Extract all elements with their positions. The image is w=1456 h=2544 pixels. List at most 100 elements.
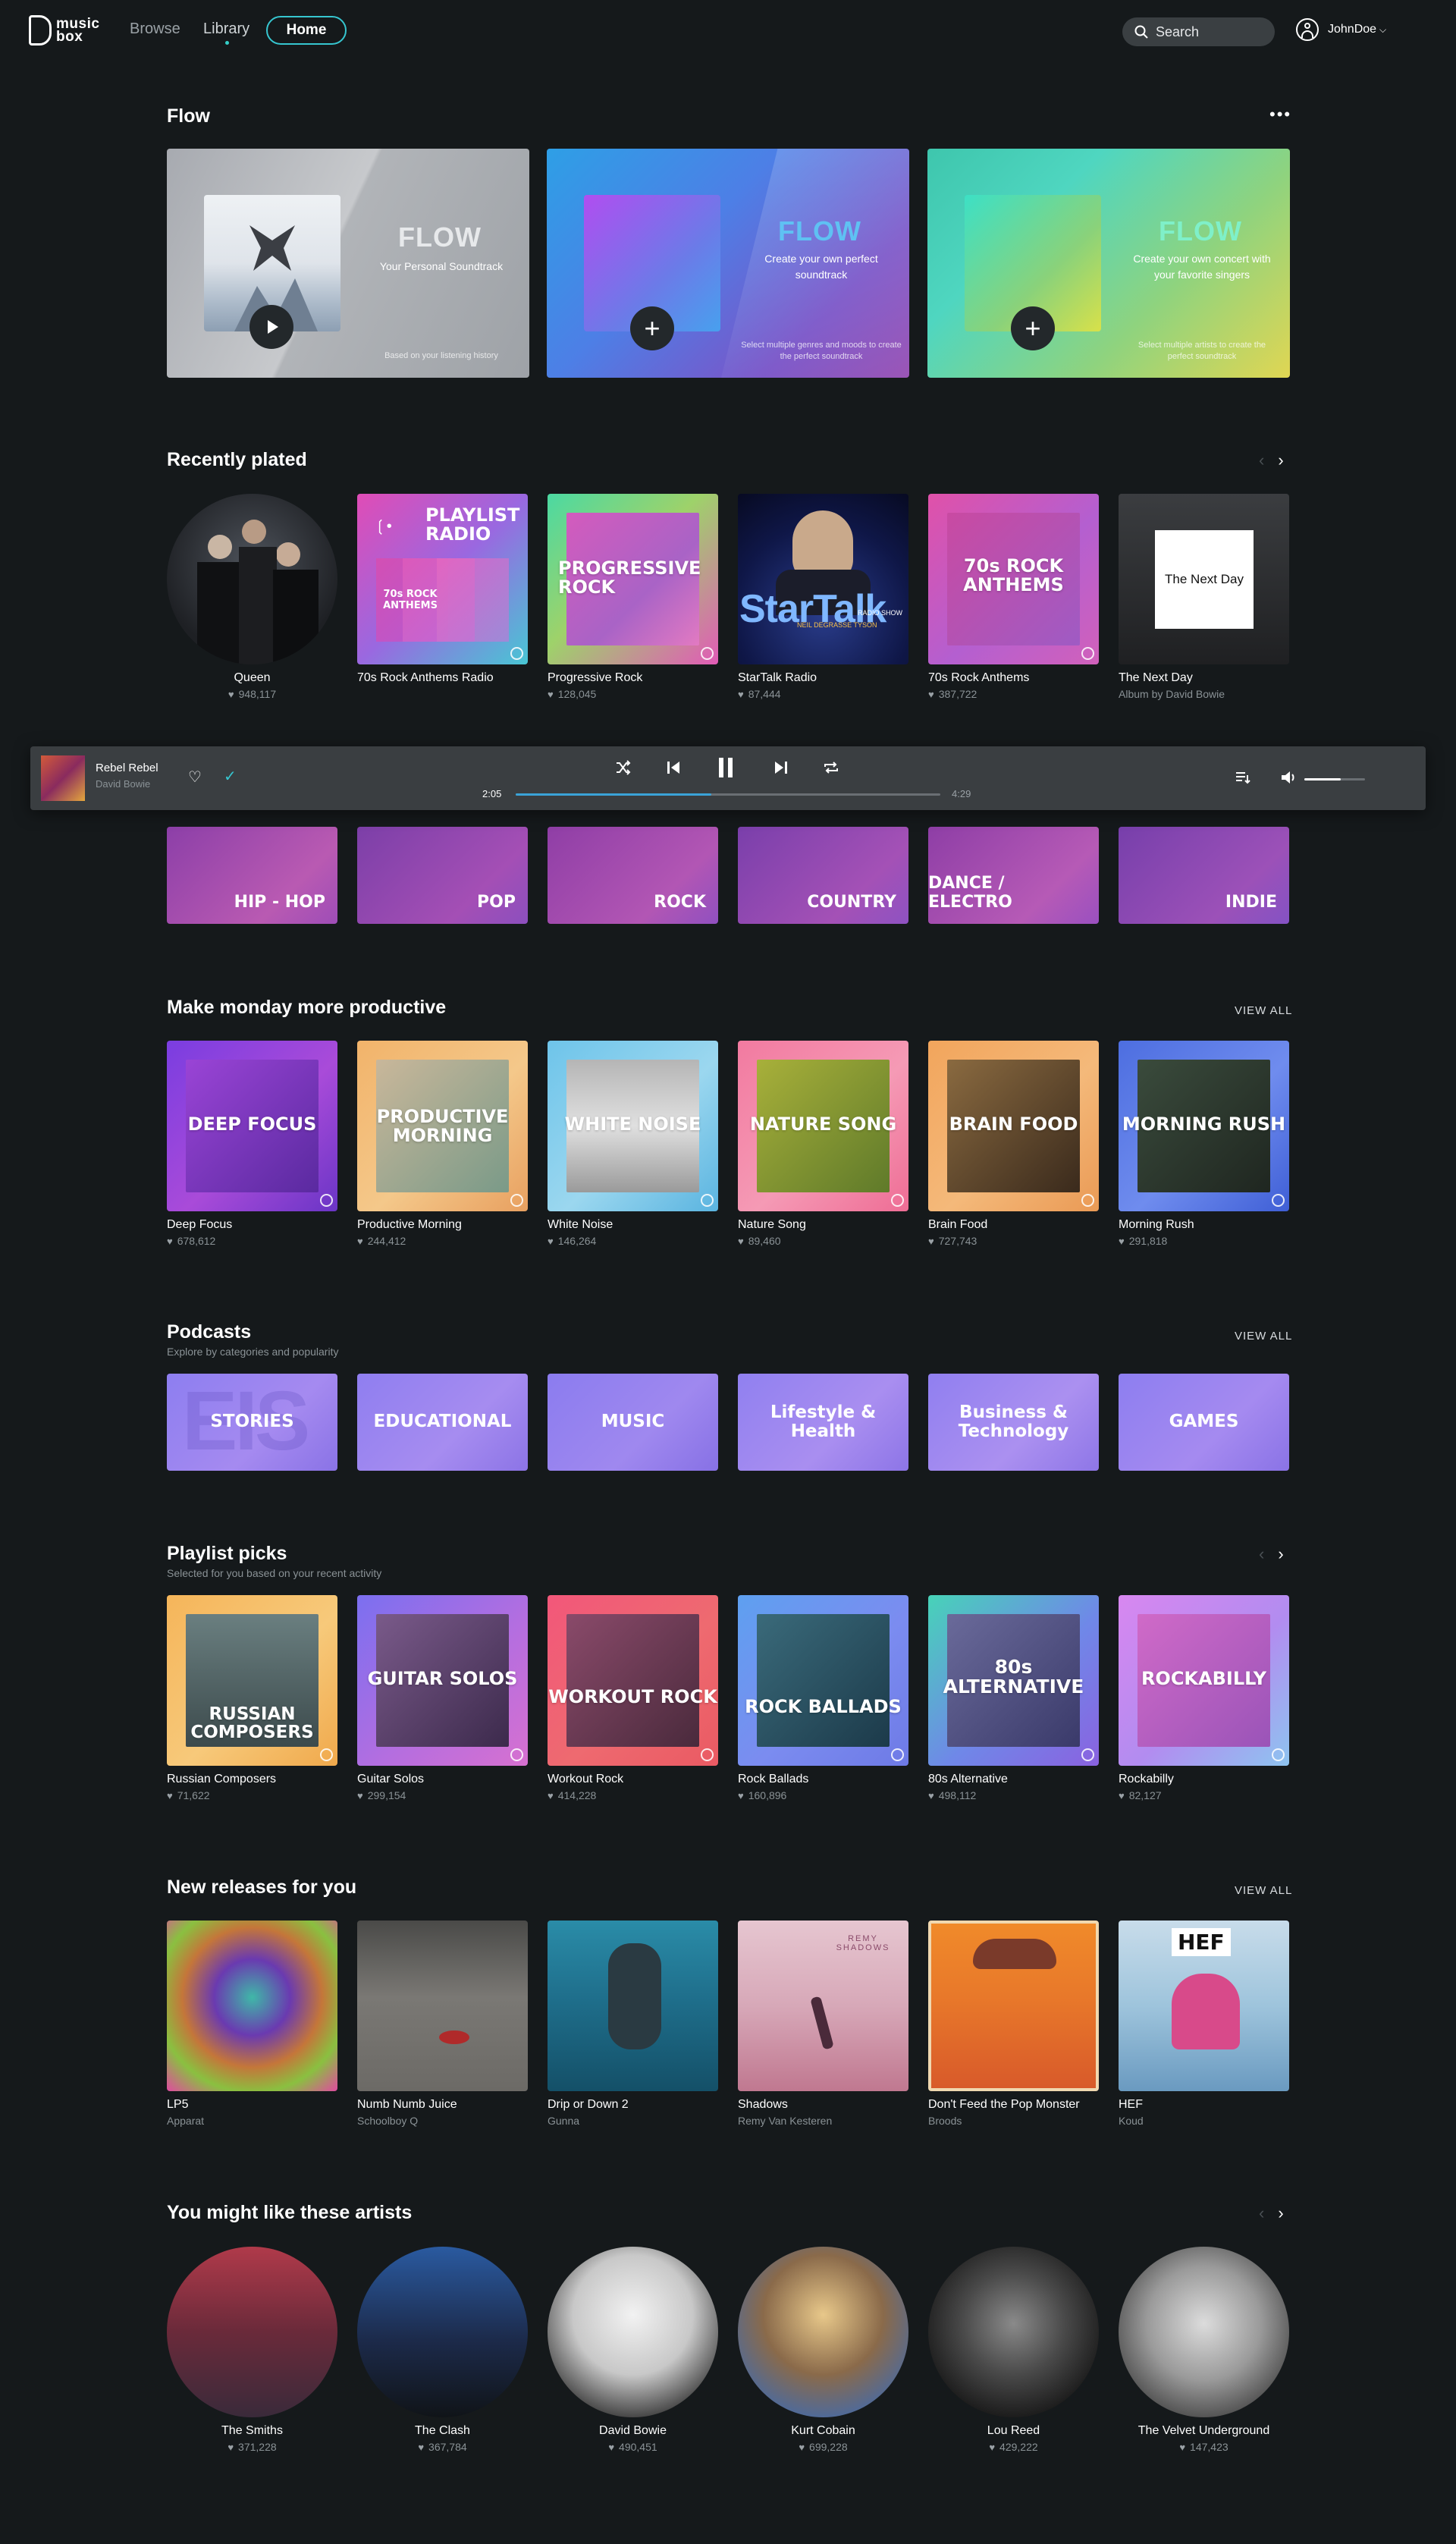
artist-image-the-velvet-underground[interactable] [1119, 2247, 1289, 2417]
picks-item-name[interactable]: Guitar Solos [357, 1773, 424, 1786]
recent-item-name[interactable]: StarTalk Radio [738, 671, 817, 685]
artist-image-the-smiths[interactable] [167, 2247, 337, 2417]
artist-name[interactable]: Lou Reed [928, 2424, 1099, 2438]
podcast-category-games[interactable]: GAMES [1119, 1374, 1289, 1471]
genre-pop[interactable]: POP [357, 827, 528, 924]
release-cover-lp5[interactable] [167, 1921, 337, 2091]
monday-item-name[interactable]: Productive Morning [357, 1218, 462, 1232]
release-name[interactable]: Don't Feed the Pop Monster [928, 2098, 1080, 2112]
user-menu[interactable]: JohnDoe ⌵ [1296, 18, 1386, 41]
logo[interactable]: music box [29, 15, 99, 46]
monday-item-image[interactable]: WHITE NOISE [548, 1041, 718, 1211]
recent-item-name[interactable]: Progressive Rock [548, 671, 642, 685]
next-icon[interactable] [772, 758, 790, 777]
artist-name[interactable]: The Smiths [167, 2424, 337, 2438]
release-name[interactable]: HEF [1119, 2098, 1143, 2112]
monday-item-name[interactable]: White Noise [548, 1218, 613, 1232]
release-artist[interactable]: Apparat [167, 2115, 204, 2127]
picks-item-image[interactable]: ROCKABILLY [1119, 1595, 1289, 1766]
release-name[interactable]: Numb Numb Juice [357, 2098, 457, 2112]
monday-item-name[interactable]: Morning Rush [1119, 1218, 1194, 1232]
artist-image-the-clash[interactable] [357, 2247, 528, 2417]
release-artist[interactable]: Gunna [548, 2115, 579, 2127]
releases-view-all-link[interactable]: VIEW ALL [1235, 1884, 1292, 1897]
play-button[interactable] [249, 305, 293, 349]
genre-indie[interactable]: INDIE [1119, 827, 1289, 924]
artist-name[interactable]: The Velvet Underground [1119, 2424, 1289, 2438]
release-cover-shadows[interactable]: REMY SHADOWS [738, 1921, 908, 2091]
repeat-icon[interactable] [822, 758, 840, 777]
flow-card-genres[interactable]: + FLOW Create your own perfect soundtrac… [547, 149, 909, 378]
release-artist[interactable]: Broods [928, 2115, 962, 2127]
flow-card-concert[interactable]: + FLOW Create your own concert with your… [927, 149, 1290, 378]
add-flow-button[interactable]: + [1011, 306, 1055, 350]
artist-image-david-bowie[interactable] [548, 2247, 718, 2417]
recent-item-name[interactable]: 70s Rock Anthems [928, 671, 1029, 685]
recent-item-name[interactable]: 70s Rock Anthems Radio [357, 671, 494, 685]
more-options-icon[interactable]: ••• [1269, 105, 1291, 124]
podcast-category-business-technology[interactable]: Business & Technology [928, 1374, 1099, 1471]
add-flow-button[interactable]: + [630, 306, 674, 350]
now-playing-cover[interactable] [41, 755, 85, 801]
recent-item-nextday-image[interactable]: The Next Day [1119, 494, 1289, 664]
prev-arrow-icon[interactable]: ‹ [1259, 1544, 1264, 1564]
monday-item-name[interactable]: Brain Food [928, 1218, 987, 1232]
release-artist[interactable]: Koud [1119, 2115, 1144, 2127]
picks-item-name[interactable]: 80s Alternative [928, 1773, 1008, 1786]
next-arrow-icon[interactable]: › [1278, 2203, 1283, 2223]
track-title[interactable]: Rebel Rebel [96, 762, 158, 774]
recent-item-queen-image[interactable] [167, 494, 337, 664]
release-cover-hef[interactable]: HEF [1119, 1921, 1289, 2091]
picks-item-name[interactable]: Rock Ballads [738, 1773, 808, 1786]
monday-item-image[interactable]: PRODUCTIVE MORNING [357, 1041, 528, 1211]
release-cover-drip-or-down-2[interactable] [548, 1921, 718, 2091]
recent-item-anthems-image[interactable]: 70s ROCK ANTHEMS [928, 494, 1099, 664]
podcast-category-stories[interactable]: EIS STORIES [167, 1374, 337, 1471]
artist-image-kurt-cobain[interactable] [738, 2247, 908, 2417]
picks-item-name[interactable]: Russian Composers [167, 1773, 276, 1786]
prev-arrow-icon[interactable]: ‹ [1259, 451, 1264, 470]
release-artist[interactable]: Remy Van Kesteren [738, 2115, 832, 2127]
volume-slider[interactable] [1304, 778, 1365, 780]
recent-item-radio-image[interactable]: PLAYLIST RADIO ❲• 70s ROCK ANTHEMS [357, 494, 528, 664]
volume-icon[interactable] [1280, 769, 1298, 786]
monday-item-image[interactable]: BRAIN FOOD [928, 1041, 1099, 1211]
previous-icon[interactable] [664, 758, 682, 777]
next-arrow-icon[interactable]: › [1278, 451, 1283, 470]
artist-name[interactable]: Kurt Cobain [738, 2424, 908, 2438]
podcast-category-music[interactable]: MUSIC [548, 1374, 718, 1471]
picks-item-image[interactable]: ROCK BALLADS [738, 1595, 908, 1766]
recent-item-name[interactable]: The Next Day [1119, 671, 1193, 685]
monday-item-image[interactable]: MORNING RUSH [1119, 1041, 1289, 1211]
monday-item-name[interactable]: Deep Focus [167, 1218, 232, 1232]
genre-hiphop[interactable]: HIP - HOP [167, 827, 337, 924]
flow-card-personal[interactable]: FLOW Your Personal Soundtrack Based on y… [167, 149, 529, 378]
genre-country[interactable]: COUNTRY [738, 827, 908, 924]
monday-item-name[interactable]: Nature Song [738, 1218, 806, 1232]
picks-item-image[interactable]: WORKOUT ROCK [548, 1595, 718, 1766]
release-artist[interactable]: Schoolboy Q [357, 2115, 418, 2127]
picks-item-image[interactable]: 80s ALTERNATIVE [928, 1595, 1099, 1766]
nav-home-button[interactable]: Home [266, 16, 347, 45]
shuffle-icon[interactable] [614, 758, 632, 777]
monday-item-image[interactable]: DEEP FOCUS [167, 1041, 337, 1211]
release-cover-dont-feed[interactable] [928, 1921, 1099, 2091]
pause-icon[interactable] [714, 755, 737, 780]
seek-bar[interactable] [516, 793, 940, 796]
release-name[interactable]: Shadows [738, 2098, 788, 2112]
check-icon[interactable]: ✓ [224, 767, 237, 786]
prev-arrow-icon[interactable]: ‹ [1259, 2203, 1264, 2223]
nav-library[interactable]: Library [203, 20, 249, 38]
picks-item-image[interactable]: GUITAR SOLOS [357, 1595, 528, 1766]
genre-dance-electro[interactable]: DANCE / ELECTRO [928, 827, 1099, 924]
podcast-category-lifestyle-health[interactable]: Lifestyle & Health [738, 1374, 908, 1471]
like-heart-icon[interactable]: ♡ [188, 768, 202, 787]
recent-item-startalk-image[interactable]: StarTalk RADIO SHOW NEIL DEGRASSE TYSON [738, 494, 908, 664]
next-arrow-icon[interactable]: › [1278, 1544, 1283, 1564]
release-cover-numb-numb-juice[interactable] [357, 1921, 528, 2091]
queue-icon[interactable] [1235, 769, 1251, 786]
picks-item-name[interactable]: Workout Rock [548, 1773, 623, 1786]
artist-name[interactable]: The Clash [357, 2424, 528, 2438]
podcasts-view-all-link[interactable]: VIEW ALL [1235, 1330, 1292, 1343]
picks-item-image[interactable]: RUSSIAN COMPOSERS [167, 1595, 337, 1766]
